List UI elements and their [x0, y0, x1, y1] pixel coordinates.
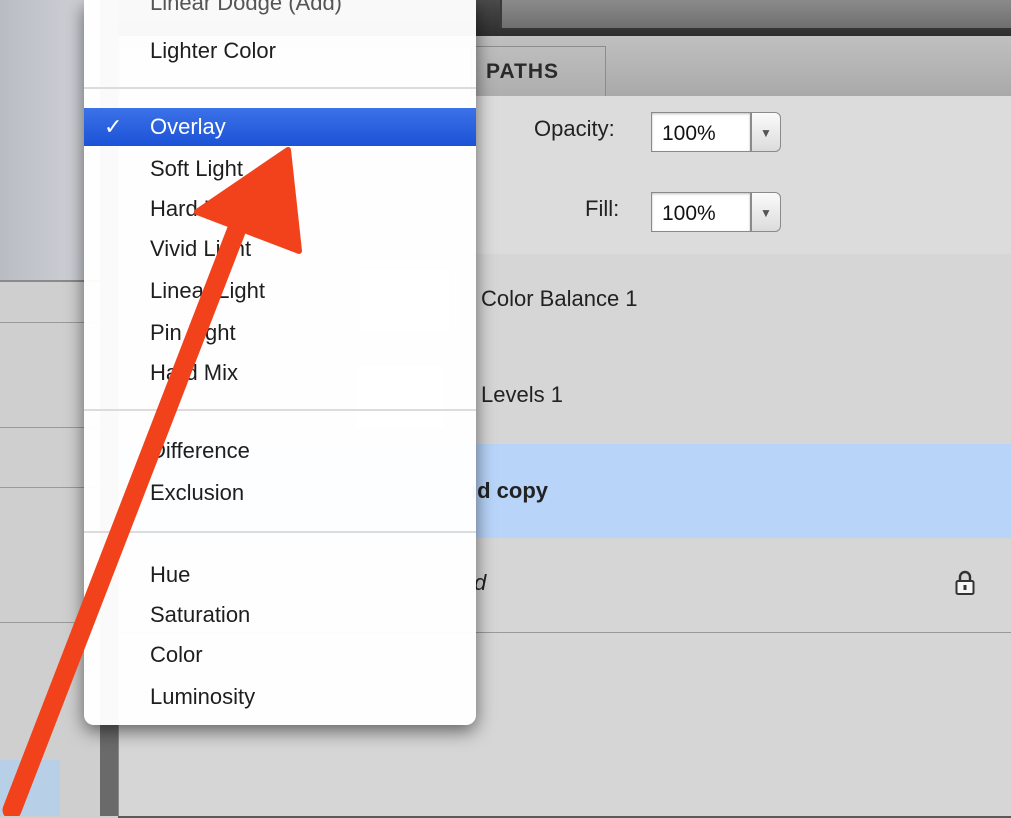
blend-mode-menu: Linear Dodge (Add) Lighter Color ✓ Overl…	[84, 0, 476, 725]
triangle-down-icon: ▼	[760, 126, 772, 140]
fill-label: Fill:	[585, 196, 620, 221]
menu-item-overlay[interactable]: ✓ Overlay	[84, 108, 476, 146]
menu-item-hard-mix[interactable]: Hard Mix	[84, 354, 476, 392]
menu-item-exclusion[interactable]: Exclusion	[84, 474, 476, 512]
menu-separator	[84, 531, 476, 533]
menu-item-pin-light[interactable]: Pin Light	[84, 314, 476, 352]
layer-name: Color Balance 1	[481, 286, 638, 311]
menu-item-difference[interactable]: Difference	[84, 432, 476, 470]
layer-name: ıd copy	[471, 478, 549, 503]
tab-paths[interactable]: PATHS	[471, 46, 606, 96]
layer-name: Levels 1	[481, 382, 563, 407]
menu-item-linear-dodge[interactable]: Linear Dodge (Add)	[84, 0, 476, 22]
fill-input[interactable]: 100%	[651, 192, 751, 232]
menu-item-lighter-color[interactable]: Lighter Color	[84, 32, 476, 70]
fill-dropdown-button[interactable]: ▼	[751, 192, 781, 232]
menu-item-linear-light[interactable]: Linear Light	[84, 272, 476, 310]
opacity-input[interactable]: 100%	[651, 112, 751, 152]
opacity-label: Opacity:	[534, 116, 615, 141]
menu-item-saturation[interactable]: Saturation	[84, 596, 476, 634]
window-top-strip	[500, 0, 1011, 28]
checkmark-icon: ✓	[104, 114, 123, 139]
menu-item-luminosity[interactable]: Luminosity	[84, 678, 476, 716]
menu-item-soft-light[interactable]: Soft Light	[84, 150, 476, 188]
triangle-down-icon: ▼	[760, 206, 772, 220]
menu-separator	[84, 87, 476, 89]
menu-item-label: Overlay	[150, 114, 226, 139]
menu-separator	[84, 409, 476, 411]
left-selected-strip	[0, 760, 60, 816]
lock-icon	[955, 570, 975, 595]
menu-item-color[interactable]: Color	[84, 636, 476, 674]
menu-item-hard-light[interactable]: Hard Light	[84, 190, 476, 228]
menu-item-hue[interactable]: Hue	[84, 556, 476, 594]
menu-item-vivid-light[interactable]: Vivid Light	[84, 230, 476, 268]
opacity-dropdown-button[interactable]: ▼	[751, 112, 781, 152]
